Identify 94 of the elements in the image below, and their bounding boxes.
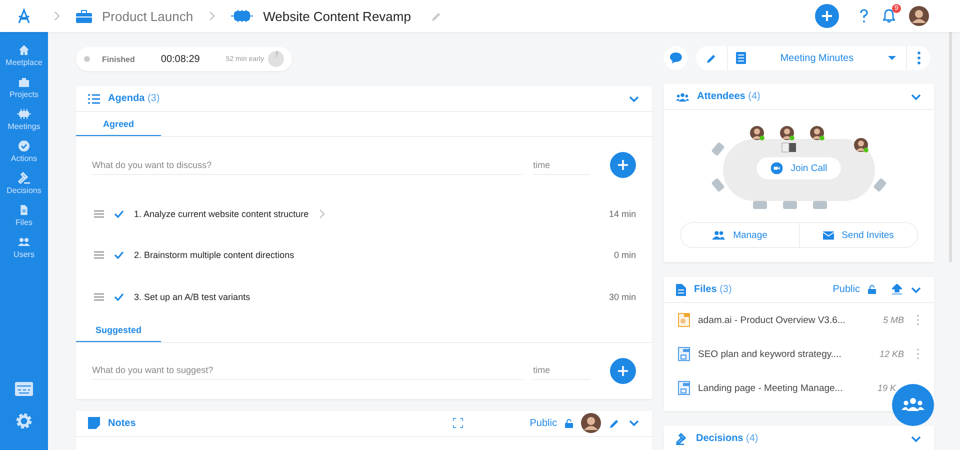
attendee-avatar: [810, 126, 824, 140]
document-file-icon: [678, 347, 690, 361]
sidebar-item[interactable]: Users: [0, 236, 48, 259]
sidebar-item[interactable]: Actions: [0, 140, 48, 163]
item-duration: 30 min: [608, 292, 636, 302]
sidebar-item[interactable]: Meetings: [0, 108, 48, 131]
files-title: Files (3): [694, 284, 732, 295]
pen-icon[interactable]: [706, 52, 717, 64]
home-icon: [18, 44, 30, 56]
settings-icon[interactable]: [15, 412, 33, 430]
chip-icon: [17, 108, 31, 120]
add-button[interactable]: [815, 4, 839, 28]
file-size: 5 MB: [882, 315, 904, 325]
visibility-link[interactable]: Public: [530, 418, 558, 428]
gavel-icon: [676, 432, 688, 444]
add-button[interactable]: [610, 358, 636, 384]
sidebar-item[interactable]: Decisions: [0, 172, 48, 195]
time-input[interactable]: time: [533, 156, 590, 174]
agenda-item-title[interactable]: 1. Analyze current website content structure: [134, 208, 309, 219]
users-icon: [712, 230, 726, 240]
more-icon[interactable]: [917, 51, 921, 65]
caret-icon: [888, 56, 896, 60]
section-tab[interactable]: Suggested: [76, 324, 161, 342]
users-icon: [676, 92, 689, 102]
chat-icon[interactable]: [664, 46, 688, 70]
chevron-right-icon: [209, 11, 216, 21]
section-tab[interactable]: Agreed: [76, 119, 161, 136]
elapsed-time: 00:08:29: [160, 54, 200, 64]
add-button[interactable]: [610, 152, 636, 178]
drag-handle-icon[interactable]: [94, 292, 104, 301]
file-name[interactable]: SEO plan and keyword strategy....: [698, 348, 842, 360]
video-icon: [770, 162, 783, 174]
attendees-title: Attendees (4): [697, 91, 760, 102]
chevron-right-icon[interactable]: [318, 208, 325, 219]
check-circle-icon: [18, 140, 30, 152]
note-icon: [88, 417, 100, 429]
briefcase-icon: [18, 76, 30, 88]
file-name[interactable]: Landing page - Meeting Manage...: [698, 382, 843, 394]
envelope-icon: [822, 230, 834, 240]
meeting-title: Website Content Revamp: [263, 8, 411, 24]
lock-icon: [565, 418, 574, 428]
bell-icon[interactable]: [883, 9, 895, 23]
document-file-icon: [678, 381, 690, 395]
notes-title: Notes: [108, 418, 136, 428]
pie-icon: [268, 51, 284, 67]
drag-handle-icon[interactable]: [94, 251, 104, 260]
file-size: 19 K: [877, 383, 896, 393]
item-duration: 0 min: [614, 250, 636, 260]
user-avatar: [581, 413, 602, 433]
file-icon: [19, 204, 29, 216]
pen-icon[interactable]: [609, 418, 620, 428]
logo-icon[interactable]: [16, 8, 32, 24]
file-size: 12 KB: [879, 349, 904, 359]
user-avatar[interactable]: [909, 6, 929, 26]
attendee-avatar: [750, 126, 764, 140]
sidebar-item[interactable]: Files: [0, 204, 48, 227]
attendee-avatar: [854, 138, 868, 152]
chevron-right-icon: [54, 11, 60, 21]
drag-handle-icon[interactable]: [94, 210, 104, 218]
time-input[interactable]: time: [533, 361, 590, 380]
gavel-icon: [18, 172, 30, 184]
document-icon: [736, 52, 746, 64]
checkmark-icon[interactable]: [114, 251, 124, 260]
checkmark-icon[interactable]: [114, 292, 124, 301]
status-label: Finished: [102, 54, 135, 64]
agenda-item-title[interactable]: 3. Set up an A/B test variants: [134, 292, 250, 302]
sidebar-item[interactable]: Projects: [0, 76, 48, 99]
file-icon: [676, 284, 686, 296]
visibility-link[interactable]: Public: [832, 284, 860, 295]
agenda-item-title[interactable]: 2. Brainstorm multiple content directions: [134, 250, 294, 260]
briefcase-icon: [76, 9, 92, 23]
expand-icon[interactable]: [452, 418, 463, 428]
lock-icon: [868, 285, 876, 294]
decisions-title: Decisions (4): [696, 433, 758, 444]
upload-icon[interactable]: [892, 284, 902, 295]
status-dot-icon: [84, 56, 90, 62]
breadcrumb-link[interactable]: Product Launch: [102, 8, 194, 24]
team-button[interactable]: [892, 384, 934, 426]
topic-input[interactable]: What do you want to discuss?: [92, 156, 524, 174]
users-icon: [17, 236, 31, 248]
agenda-title: Agenda (3): [108, 93, 160, 104]
suggestion-input[interactable]: What do you want to suggest?: [92, 361, 524, 380]
send-invites-button[interactable]: Send Invites: [798, 223, 917, 247]
help-icon[interactable]: [859, 9, 869, 23]
chip-icon: [231, 10, 254, 22]
attendee-avatar: [780, 126, 794, 140]
item-duration: 14 min: [608, 208, 636, 219]
keyboard-icon[interactable]: [15, 382, 33, 396]
join-call-button[interactable]: Join Call: [756, 157, 842, 180]
sidebar-item[interactable]: Meetplace: [0, 44, 48, 67]
file-name[interactable]: adam.ai - Product Overview V3.6...: [698, 314, 846, 326]
list-icon: [88, 94, 100, 104]
image-file-icon: [678, 313, 690, 327]
checkmark-icon[interactable]: [114, 210, 124, 218]
